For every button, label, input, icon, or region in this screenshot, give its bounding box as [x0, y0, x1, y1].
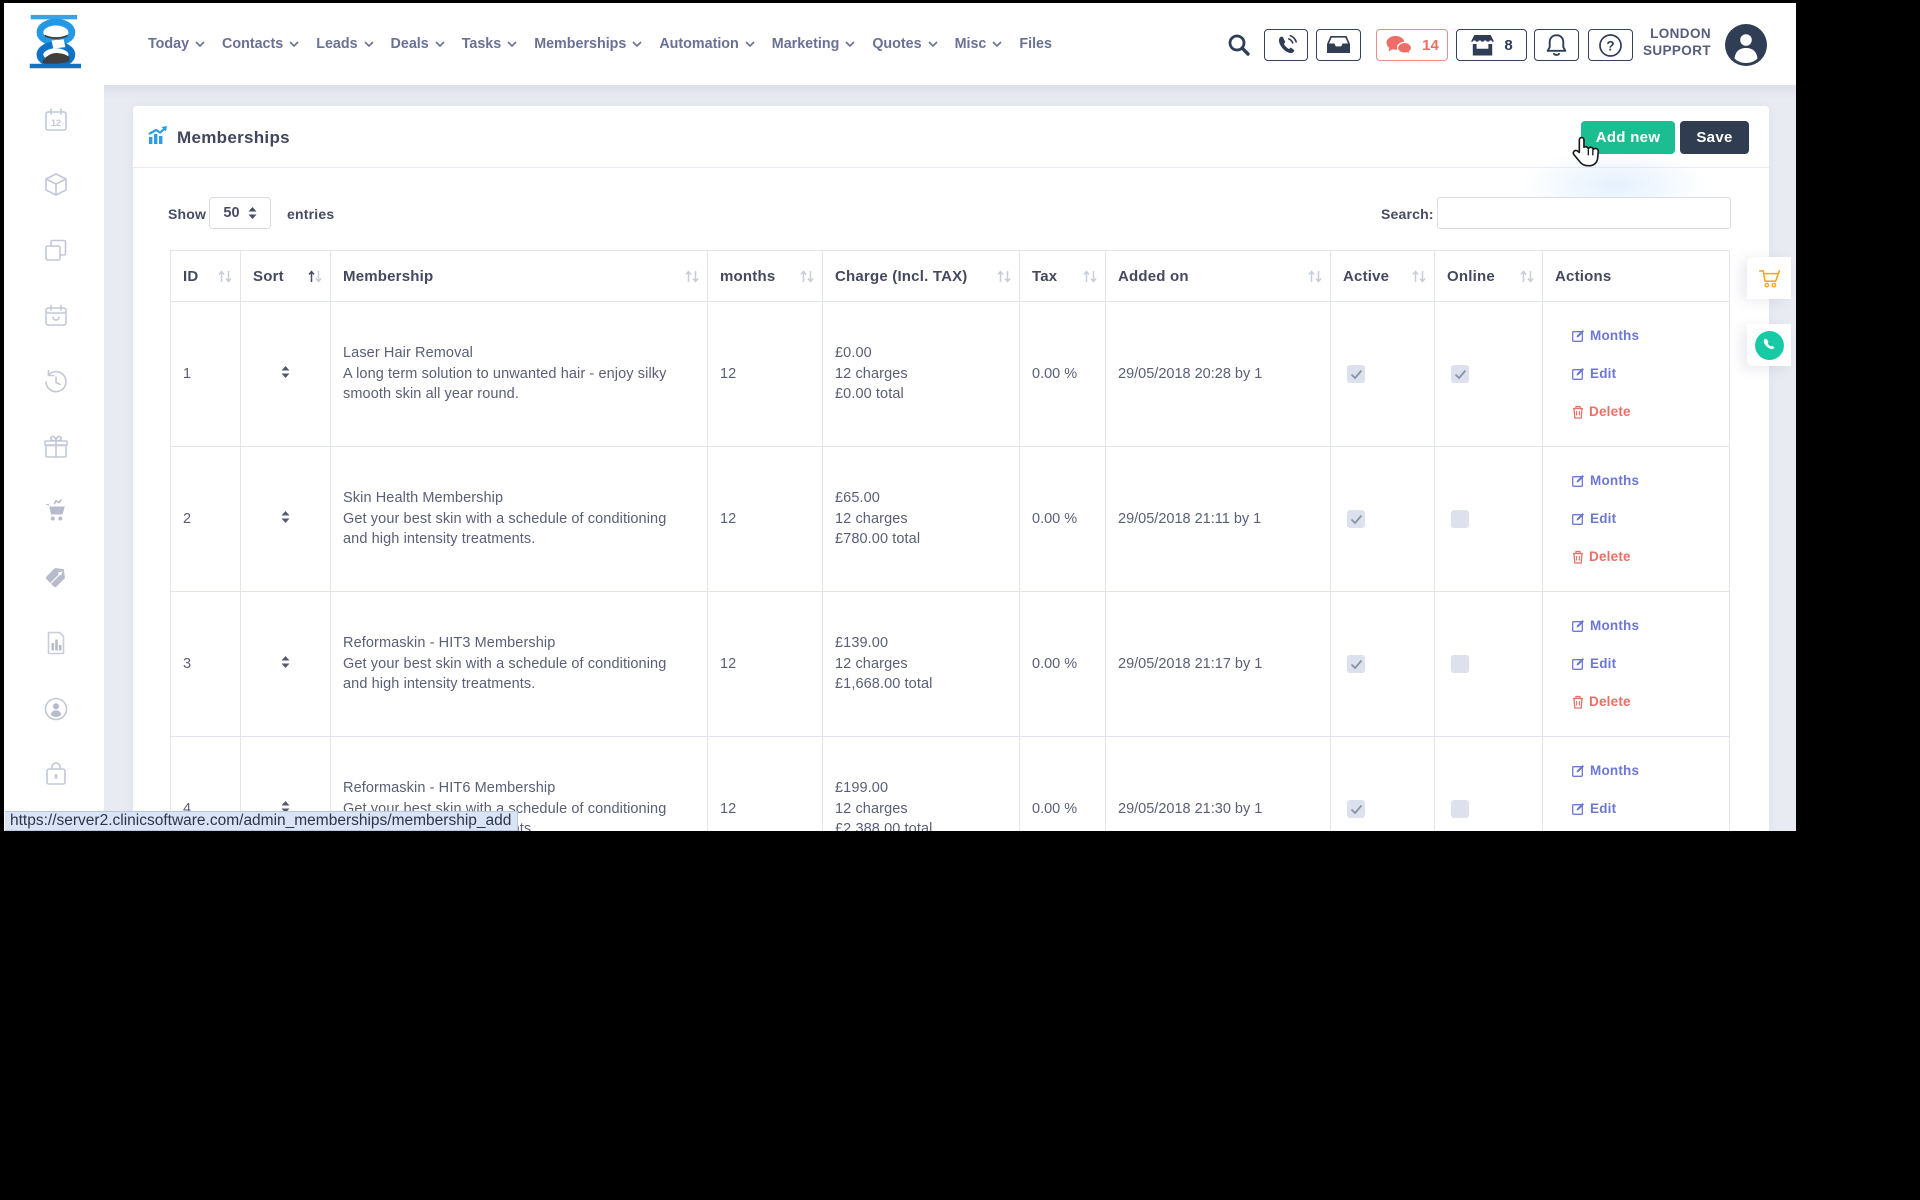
svg-text:12: 12: [51, 118, 61, 128]
svg-text:?: ?: [1606, 38, 1614, 53]
